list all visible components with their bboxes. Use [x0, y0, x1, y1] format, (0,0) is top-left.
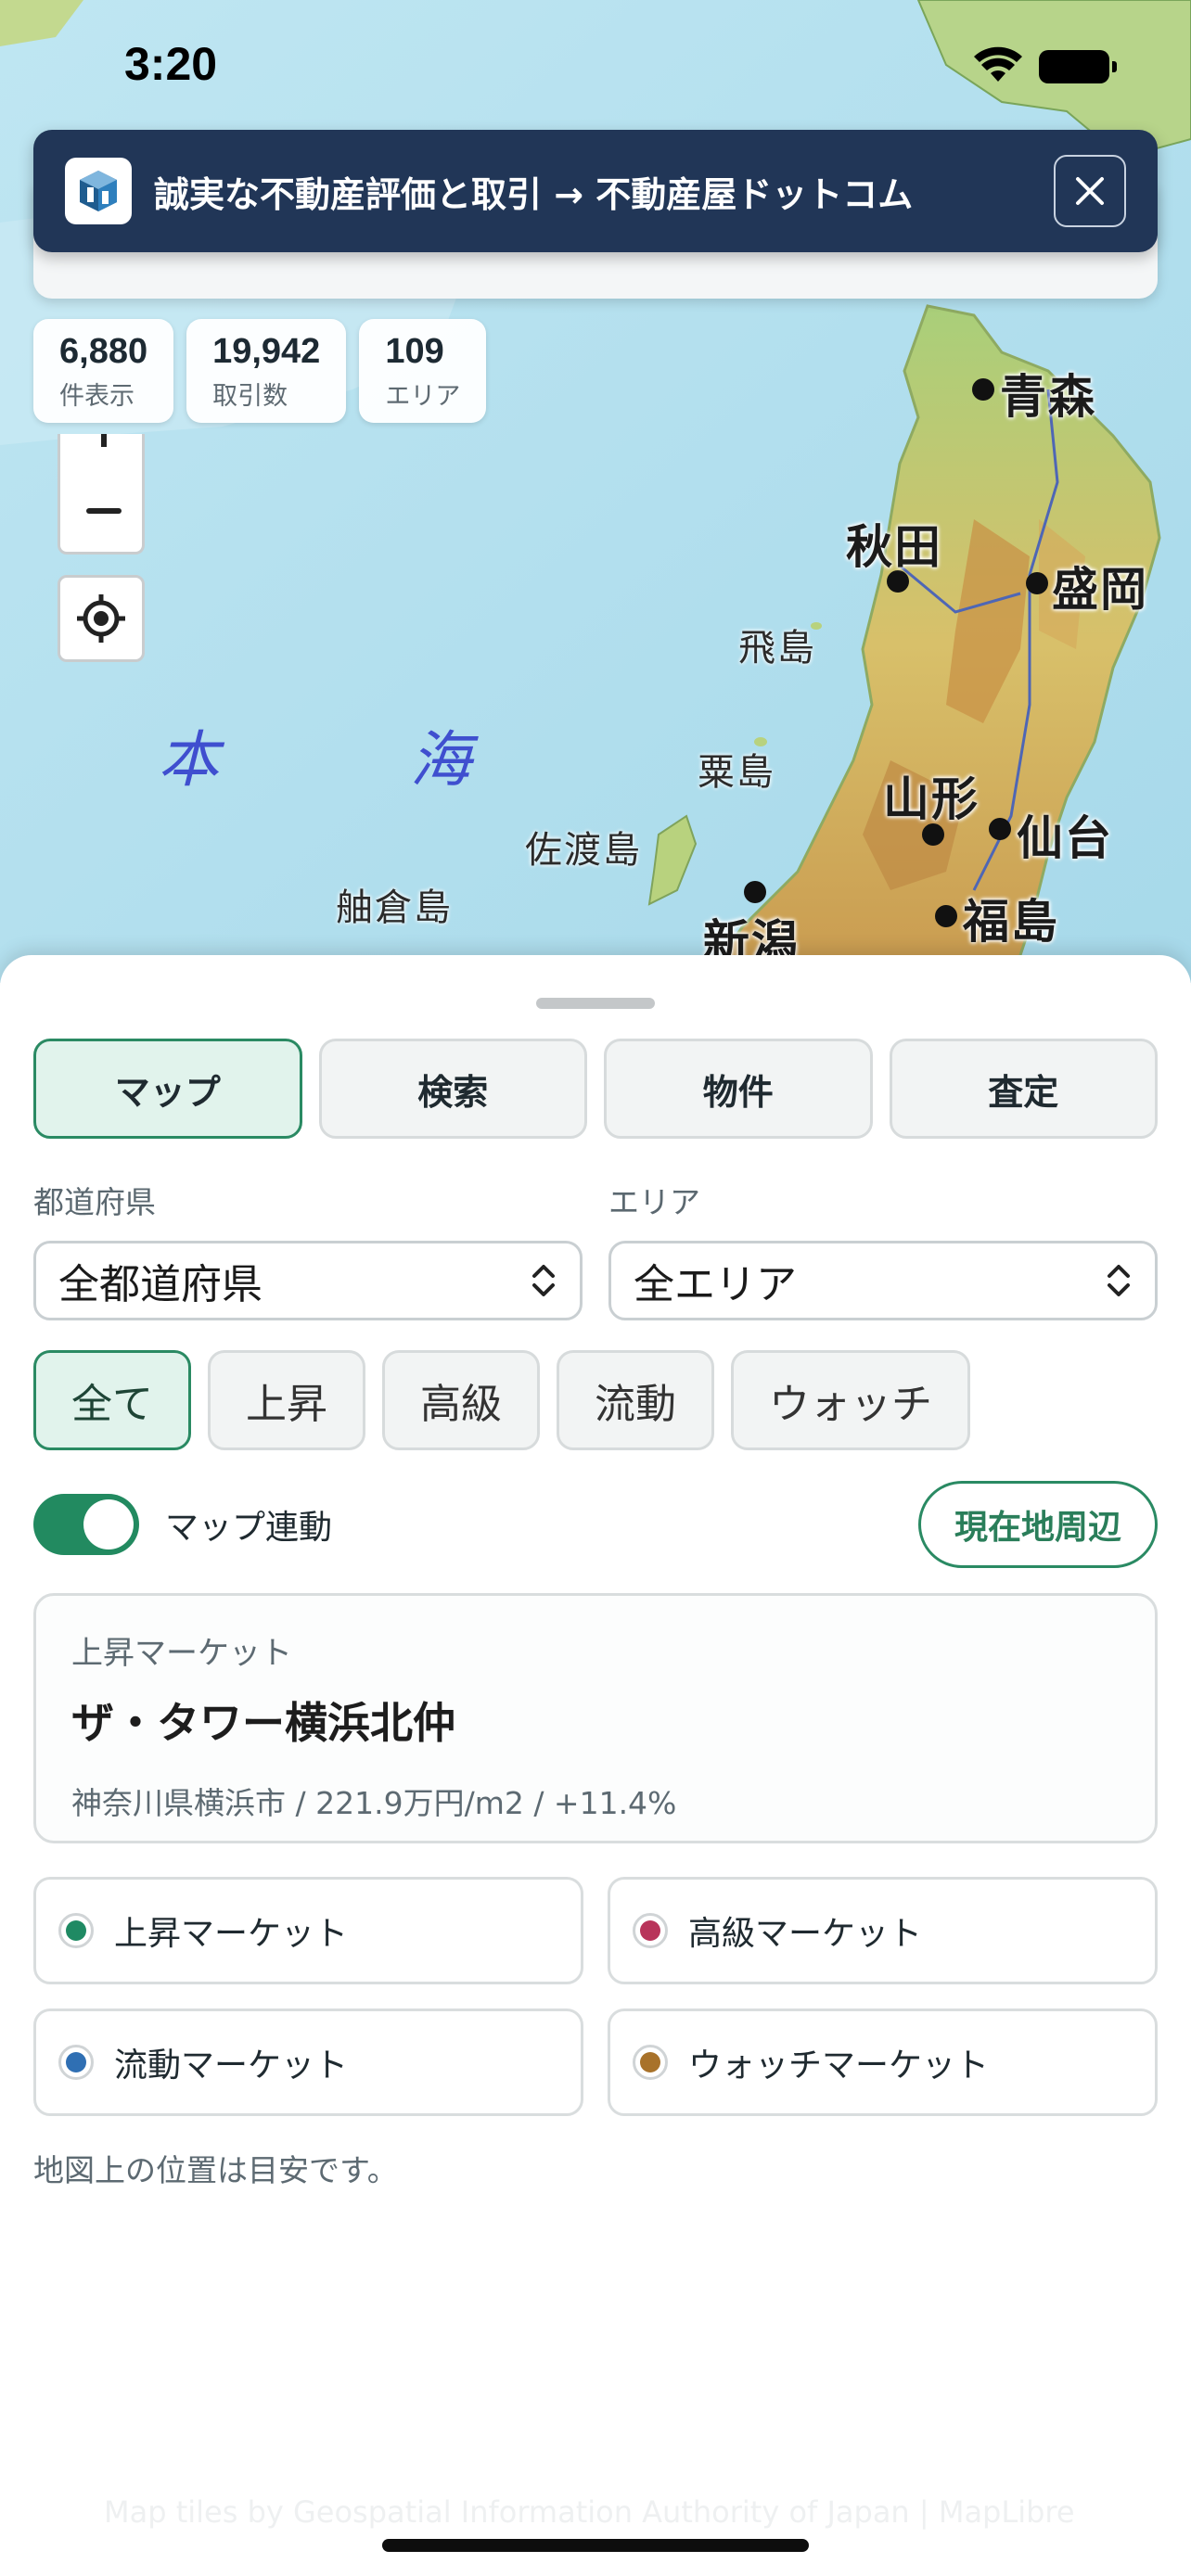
legend-color-swatch: [640, 2052, 660, 2072]
island-tobishima: 飛島: [738, 627, 816, 670]
toggle-knob: [83, 1499, 134, 1549]
app-logo-icon: [65, 158, 132, 224]
market-legend: 上昇マーケット 高級マーケット 流動マーケット ウォッチマーケット: [33, 1877, 1158, 2116]
banner-text: 誠実な不動産評価と取引 → 不動産屋ドットコム: [154, 173, 914, 215]
legend-dot: [633, 2045, 668, 2080]
filter-rising[interactable]: 上昇: [208, 1350, 365, 1450]
property-category: 上昇マーケット: [71, 1635, 292, 1672]
map-sync-toggle[interactable]: [33, 1494, 139, 1555]
promo-banner[interactable]: 誠実な不動産評価と取引 → 不動産屋ドットコム: [33, 130, 1158, 252]
chevron-updown-icon: [1108, 1265, 1130, 1296]
status-bar: 3:20: [0, 0, 1191, 130]
map-disclaimer: 地図上の位置は目安です。: [33, 2152, 398, 2188]
map-sync-row: マップ連動 現在地周辺: [33, 1478, 1158, 1571]
filter-watch[interactable]: ウォッチ: [731, 1350, 970, 1450]
legend-dot: [633, 1913, 668, 1948]
close-icon: [1076, 177, 1104, 205]
sendai-dot: [989, 818, 1011, 840]
legend-luxury[interactable]: 高級マーケット: [608, 1877, 1158, 1984]
filter-luxury[interactable]: 高級: [382, 1350, 540, 1450]
filter-liquid[interactable]: 流動: [557, 1350, 714, 1450]
featured-property-card[interactable]: 上昇マーケット ザ・タワー横浜北仲 神奈川県横浜市 / 221.9万円/m2 /…: [33, 1593, 1158, 1843]
legend-label: 上昇マーケット: [114, 1915, 349, 1953]
island-awashima: 粟島: [698, 751, 775, 794]
locate-button[interactable]: [58, 575, 145, 662]
legend-dot: [58, 2045, 94, 2080]
zoom-out-icon[interactable]: [86, 508, 122, 514]
prefecture-value: 全都道府県: [58, 1261, 263, 1308]
stat-label: 件表示: [59, 382, 134, 411]
chevron-updown-icon: [532, 1265, 555, 1296]
area-select[interactable]: 全エリア: [608, 1241, 1158, 1320]
tab-map[interactable]: マップ: [33, 1039, 302, 1139]
stat-chip-transactions: 19,942 取引数: [186, 319, 347, 423]
main-tabs: マップ 検索 物件 査定: [33, 1039, 1158, 1139]
zoom-in-icon[interactable]: [101, 434, 107, 447]
area-label: エリア: [608, 1184, 700, 1220]
stat-chip-count: 6,880 件表示: [33, 319, 174, 423]
prefecture-label: 都道府県: [33, 1184, 156, 1220]
sea-label-1: 本: [158, 724, 219, 796]
status-time: 3:20: [124, 38, 218, 90]
island-hegura: 舳倉島: [336, 886, 453, 929]
stats-chips: 6,880 件表示 19,942 取引数 109 エリア: [33, 319, 487, 423]
bottom-sheet: マップ 検索 物件 査定 都道府県 エリア 全都道府県 全エリア 全て 上昇 高…: [0, 955, 1191, 2576]
tab-appraisal[interactable]: 査定: [889, 1039, 1158, 1139]
legend-watch[interactable]: ウォッチマーケット: [608, 2009, 1158, 2116]
legend-dot: [58, 1913, 94, 1948]
stat-label: 取引数: [212, 382, 288, 411]
battery-icon: [1039, 50, 1117, 83]
stat-chip-areas: 109 エリア: [359, 319, 487, 423]
nearby-button[interactable]: 現在地周辺: [917, 1481, 1158, 1568]
stat-value: 109: [385, 332, 444, 371]
place-aomori: 青森: [1000, 370, 1096, 424]
fukushima-dot: [935, 905, 957, 927]
island-sado: 佐渡島: [525, 829, 642, 872]
market-filters: 全て 上昇 高級 流動 ウォッチ: [33, 1350, 970, 1450]
legend-liquid[interactable]: 流動マーケット: [33, 2009, 583, 2116]
locate-icon: [77, 594, 125, 643]
tab-search[interactable]: 検索: [318, 1039, 587, 1139]
place-akita: 秋田: [846, 520, 942, 574]
place-fukushima: 福島: [963, 895, 1059, 949]
stat-value: 6,880: [59, 332, 148, 371]
sea-label-2: 海: [410, 724, 471, 796]
prefecture-select[interactable]: 全都道府県: [33, 1241, 583, 1320]
legend-color-swatch: [66, 1920, 86, 1941]
zoom-control[interactable]: [58, 434, 145, 555]
area-value: 全エリア: [634, 1261, 797, 1308]
legend-color-swatch: [640, 1920, 660, 1941]
stat-label: エリア: [385, 382, 461, 411]
legend-label: 高級マーケット: [688, 1915, 923, 1953]
filter-all[interactable]: 全て: [33, 1350, 191, 1450]
aomori-dot: [972, 378, 994, 401]
map-sync-label: マップ連動: [165, 1509, 333, 1547]
stat-value: 19,942: [212, 332, 321, 371]
map-view[interactable]: 青森 秋田 盛岡 山形 仙台 福島 新潟 飛島 粟島 佐渡島 舳倉島 本 海 3…: [0, 0, 1191, 983]
morioka-dot: [1026, 572, 1048, 594]
home-indicator[interactable]: [382, 2539, 809, 2552]
tab-properties[interactable]: 物件: [604, 1039, 873, 1139]
place-sendai: 仙台: [1017, 811, 1113, 865]
legend-color-swatch: [66, 2052, 86, 2072]
property-title: ザ・タワー横浜北仲: [71, 1698, 455, 1748]
legend-label: 流動マーケット: [114, 2047, 349, 2085]
banner-close-button[interactable]: [1054, 155, 1126, 227]
wifi-icon: [974, 46, 1022, 82]
niigata-dot: [744, 881, 766, 903]
map-attribution[interactable]: Map tiles by Geospatial Information Auth…: [104, 2494, 1075, 2530]
legend-rising[interactable]: 上昇マーケット: [33, 1877, 583, 1984]
place-morioka: 盛岡: [1052, 563, 1148, 617]
place-yamagata: 山形: [883, 772, 980, 826]
legend-label: ウォッチマーケット: [688, 2047, 990, 2085]
sheet-handle[interactable]: [536, 998, 655, 1009]
property-meta: 神奈川県横浜市 / 221.9万円/m2 / +11.4%: [71, 1785, 677, 1821]
